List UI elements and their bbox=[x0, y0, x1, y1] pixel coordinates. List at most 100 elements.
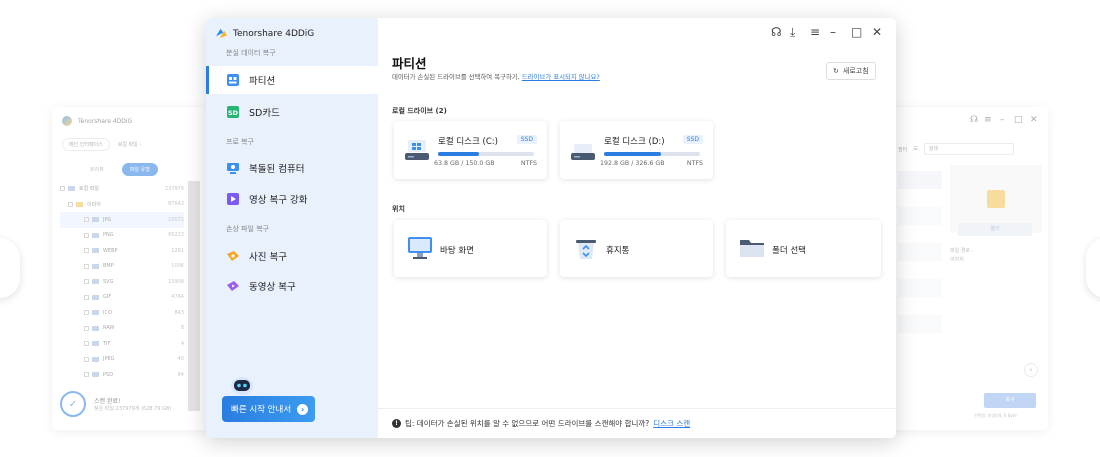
quick-start-button[interactable]: 빠른 시작 안내서 › bbox=[222, 396, 315, 422]
drive-fs: NTFS bbox=[520, 160, 537, 167]
video-enhance-icon bbox=[227, 193, 239, 205]
bg-open-button: 열기 bbox=[958, 223, 1032, 236]
bg-tree-row: TIF 4 bbox=[60, 336, 184, 352]
bg-chevron-right-icon: › bbox=[1024, 363, 1038, 377]
drive-card-d[interactable]: 로컬 디스크 (D:) SSD 192.8 GB / 326.6 GB NTFS bbox=[560, 121, 713, 179]
minimize-icon[interactable]: – bbox=[830, 25, 836, 39]
location-select-folder[interactable]: 폴더 선택 bbox=[726, 220, 881, 277]
headset-icon[interactable]: ☊ bbox=[771, 25, 782, 39]
menu-icon[interactable]: ≡ bbox=[810, 25, 820, 39]
sidebar-item-video-enhance[interactable]: 영상 복구 강화 bbox=[206, 185, 378, 213]
location-desktop[interactable]: 바탕 화면 bbox=[394, 220, 547, 277]
bg-logo-icon bbox=[62, 116, 72, 126]
location-name: 휴지통 bbox=[606, 246, 630, 256]
desktop-icon bbox=[408, 237, 432, 259]
drive-not-shown-link[interactable]: 드라이브가 표시되지 않나요? bbox=[522, 73, 600, 81]
local-drives-label: 로컬 드라이브 (2) bbox=[392, 107, 447, 115]
ssd-badge: SSD bbox=[682, 135, 703, 144]
usage-bar-fill bbox=[604, 152, 661, 156]
app-title: Tenorshare 4DDiG bbox=[233, 28, 315, 39]
bg-scan-status: ✓ 스캔 완료! 찾은 파일:237979개 (628.79 GB) bbox=[60, 391, 171, 417]
robot-icon bbox=[231, 377, 253, 395]
drive-card-c[interactable]: 로컬 디스크 (C:) SSD 63.8 GB / 150.0 GB NTFS bbox=[394, 121, 547, 179]
sidebar: Tenorshare 4DDiG 분실 데이터 복구 파티션 SD SD카드 프… bbox=[206, 18, 378, 438]
locations-label: 위치 bbox=[392, 205, 405, 213]
photo-repair-icon bbox=[227, 251, 239, 261]
usage-bar-fill bbox=[438, 152, 479, 156]
bg-minimize-icon: – bbox=[1000, 115, 1005, 125]
bg-tree-row: JPG 10071 bbox=[60, 212, 184, 228]
section-lost-data: 분실 데이터 복구 bbox=[226, 49, 276, 57]
section-pro: 프로 복구 bbox=[226, 138, 254, 146]
bg-home-tab: 메인 인터페이스 bbox=[62, 137, 110, 151]
bg-thumbnail-strip bbox=[188, 181, 200, 411]
bg-path: 로컬 파일 › bbox=[117, 141, 142, 148]
bg-tree-row: JPEG 40 bbox=[60, 352, 184, 368]
bg-tree-row: RAW 8 bbox=[60, 321, 184, 337]
download-icon[interactable]: ⤓ bbox=[790, 25, 795, 40]
sidebar-item-crashed-computer[interactable]: 복돌된 컴퓨터 bbox=[206, 154, 378, 182]
close-icon[interactable]: ✕ bbox=[872, 25, 882, 39]
sd-card-icon: SD bbox=[227, 106, 239, 118]
refresh-button[interactable]: ↻ 새로고침 bbox=[826, 62, 876, 80]
bg-right-toolbar: 필터 ☰ 검색 bbox=[898, 143, 1014, 155]
bg-headset-icon: ☊ bbox=[970, 115, 978, 125]
app-logo-icon bbox=[215, 28, 228, 39]
folder-icon bbox=[740, 240, 764, 257]
page-subtitle: 데이터가 손실된 드라이브를 선택하여 복구하기, 드라이브가 표시되지 않나요… bbox=[392, 73, 600, 81]
next-slide-button[interactable] bbox=[1086, 238, 1100, 298]
crashed-computer-icon bbox=[227, 163, 239, 174]
bg-title: Tenorshare 4DDiG bbox=[62, 116, 132, 126]
bg-tree-row: WEBP 1261 bbox=[60, 243, 184, 259]
stage: Tenorshare 4DDiG ☊ ≡ – □ ✕ 메인 인터페이스 로컬 파… bbox=[0, 0, 1100, 457]
bg-selected-info: 선택됨: 파일0개, 0 Byte bbox=[974, 413, 1017, 418]
page-title: 파티션 bbox=[392, 56, 427, 71]
drive-name: 로컬 디스크 (D:) bbox=[604, 137, 665, 147]
bg-view-tabs: 트리뷰 파일 유형 bbox=[82, 163, 158, 176]
svg-text:SD: SD bbox=[228, 109, 239, 117]
usage-bar bbox=[438, 152, 534, 156]
bg-menu-icon: ≡ bbox=[984, 115, 992, 125]
location-name: 폴더 선택 bbox=[772, 246, 806, 256]
arrow-right-icon: › bbox=[297, 403, 309, 415]
drive-usage: 63.8 GB / 150.0 GB bbox=[434, 160, 495, 167]
bg-tab-filetype: 파일 유형 bbox=[121, 163, 158, 176]
info-icon: ! bbox=[392, 419, 401, 428]
bg-close-icon: ✕ bbox=[1030, 115, 1038, 125]
section-damaged-file: 손상 파일 복구 bbox=[226, 225, 270, 233]
sidebar-item-partition[interactable]: 파티션 bbox=[206, 66, 378, 94]
tip-bar: ! 팁: 데이터가 손실된 위치를 알 수 없으므로 어떤 드라이브를 스캔해야… bbox=[392, 418, 690, 429]
prev-slide-button[interactable] bbox=[0, 238, 20, 298]
disk-scan-link[interactable]: 디스크 스캔 bbox=[653, 418, 690, 429]
bg-meta: 파일 경로 : 이미지 bbox=[950, 248, 974, 263]
drive-usage: 192.8 GB / 326.6 GB bbox=[600, 160, 665, 167]
video-repair-icon bbox=[227, 281, 239, 291]
bg-tab-tree: 트리뷰 bbox=[90, 167, 104, 173]
bg-maximize-icon: □ bbox=[1014, 115, 1023, 125]
bg-tree-row: BMP 1006 bbox=[60, 259, 184, 275]
divider bbox=[378, 408, 896, 409]
bg-check-icon: ✓ bbox=[60, 391, 86, 417]
maximize-icon[interactable]: □ bbox=[851, 25, 862, 39]
ssd-badge: SSD bbox=[516, 135, 537, 144]
bg-tree-row: ICO 843 bbox=[60, 305, 184, 321]
location-name: 바탕 화면 bbox=[440, 246, 474, 256]
usage-bar bbox=[604, 152, 700, 156]
sidebar-item-sd-card[interactable]: SD SD카드 bbox=[206, 98, 378, 126]
bg-recover-button: 복구 bbox=[984, 393, 1036, 408]
main-content: ☊ ⤓ ≡ – □ ✕ 파티션 데이터가 손실된 드라이브를 선택하여 복구하기… bbox=[378, 18, 896, 438]
sidebar-item-video-repair[interactable]: 동영상 복구 bbox=[206, 272, 378, 300]
main-window: Tenorshare 4DDiG 분실 데이터 복구 파티션 SD SD카드 프… bbox=[206, 18, 896, 438]
sidebar-item-photo-repair[interactable]: 사진 복구 bbox=[206, 242, 378, 270]
refresh-icon: ↻ bbox=[833, 67, 839, 75]
bg-tree-row: SVG 13908 bbox=[60, 274, 184, 290]
bg-tree-row: 로컬 파일 237979 bbox=[60, 181, 184, 197]
drive-icon bbox=[405, 140, 429, 160]
bg-tree-row: PNG 65233 bbox=[60, 228, 184, 244]
bg-tree-row: GIF 4764 bbox=[60, 290, 184, 306]
drive-name: 로컬 디스크 (C:) bbox=[438, 137, 498, 147]
drive-icon bbox=[571, 144, 595, 160]
drive-fs: NTFS bbox=[686, 160, 703, 167]
location-recycle-bin[interactable]: 휴지통 bbox=[560, 220, 713, 277]
bg-image-icon bbox=[987, 190, 1005, 208]
